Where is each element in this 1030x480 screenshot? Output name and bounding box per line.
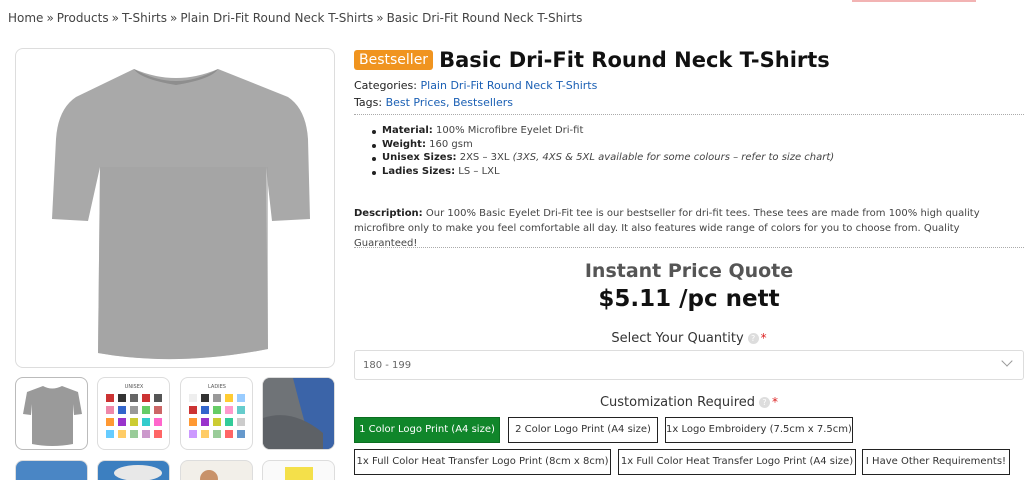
thumbnail-tshirt[interactable] <box>15 377 88 450</box>
spec-weight: Weight: 160 gsm <box>372 139 834 153</box>
instant-price-quote-heading: Instant Price Quote <box>584 260 794 282</box>
option-logo-embroidery[interactable]: 1x Logo Embroidery (7.5cm x 7.5cm) <box>665 417 853 443</box>
quantity-select[interactable]: 180 - 199 <box>354 350 1024 380</box>
tags-link[interactable]: Best Prices, Bestsellers <box>386 96 513 109</box>
product-description: Description: Our 100% Basic Eyelet Dri-F… <box>354 208 980 249</box>
top-accent-line <box>852 0 976 2</box>
spec-unisex-sizes: Unisex Sizes: 2XS – 3XL (3XS, 4XS & 5XL … <box>372 152 834 166</box>
thumbnail-model-yellow[interactable] <box>262 460 335 480</box>
breadcrumb-home[interactable]: Home <box>8 11 43 25</box>
option-other-requirements[interactable]: I Have Other Requirements! <box>862 449 1010 475</box>
spec-material: Material: 100% Microfibre Eyelet Dri-fit <box>372 125 834 139</box>
divider <box>354 114 1024 115</box>
breadcrumb-current: Basic Dri-Fit Round Neck T-Shirts <box>386 11 583 25</box>
ladies-label: LADIES <box>208 384 226 390</box>
option-heat-transfer-8cm[interactable]: 1x Full Color Heat Transfer Logo Print (… <box>354 449 611 475</box>
breadcrumb: Home» Products» T-Shirts» Plain Dri-Fit Rou… <box>8 11 583 25</box>
grey-tshirt-image <box>52 69 310 360</box>
required-mark: * <box>760 331 767 345</box>
quantity-label: Select Your Quantity? * <box>611 331 767 346</box>
unisex-label: UNISEX <box>125 384 144 390</box>
breadcrumb-products[interactable]: Products <box>57 11 109 25</box>
option-heat-transfer-a4[interactable]: 1x Full Color Heat Transfer Logo Print (… <box>618 449 856 475</box>
spec-list: Material: 100% Microfibre Eyelet Dri-fit… <box>372 125 834 179</box>
breadcrumb-tshirts[interactable]: T-Shirts <box>122 11 167 25</box>
quantity-select-value: 180 - 199 <box>363 360 412 371</box>
thumbnail-ladies-colors[interactable]: LADIES <box>180 377 253 450</box>
price-per-piece: $5.11 /pc nett <box>598 286 780 312</box>
product-categories: Categories: Plain Dri-Fit Round Neck T-S… <box>354 79 598 92</box>
product-tags: Tags: Best Prices, Bestsellers <box>354 96 513 109</box>
divider <box>354 247 1024 248</box>
customization-label: Customization Required? * <box>599 395 779 410</box>
required-mark: * <box>772 395 779 409</box>
breadcrumb-category[interactable]: Plain Dri-Fit Round Neck T-Shirts <box>180 11 373 25</box>
thumbnail-model-cap[interactable] <box>97 460 170 480</box>
spec-ladies-sizes: Ladies Sizes: LS – LXL <box>372 166 834 180</box>
thumbnail-fabric-photo[interactable] <box>262 377 335 450</box>
thumbnail-model-blue[interactable] <box>15 460 88 480</box>
thumbnail-model-person[interactable] <box>180 460 253 480</box>
product-title: Basic Dri-Fit Round Neck T-Shirts <box>439 48 830 72</box>
help-icon[interactable]: ? <box>759 397 771 408</box>
main-product-image[interactable] <box>15 48 335 368</box>
product-title-row: Bestseller Basic Dri-Fit Round Neck T-Sh… <box>354 48 830 72</box>
bestseller-badge: Bestseller <box>354 50 434 70</box>
option-1-color-logo-print[interactable]: 1 Color Logo Print (A4 size) <box>354 417 500 443</box>
help-icon[interactable]: ? <box>747 333 759 344</box>
chevron-down-icon <box>1001 355 1013 367</box>
category-link[interactable]: Plain Dri-Fit Round Neck T-Shirts <box>421 79 598 92</box>
option-2-color-logo-print[interactable]: 2 Color Logo Print (A4 size) <box>508 417 658 443</box>
thumbnail-unisex-colors[interactable]: UNISEX <box>97 377 170 450</box>
